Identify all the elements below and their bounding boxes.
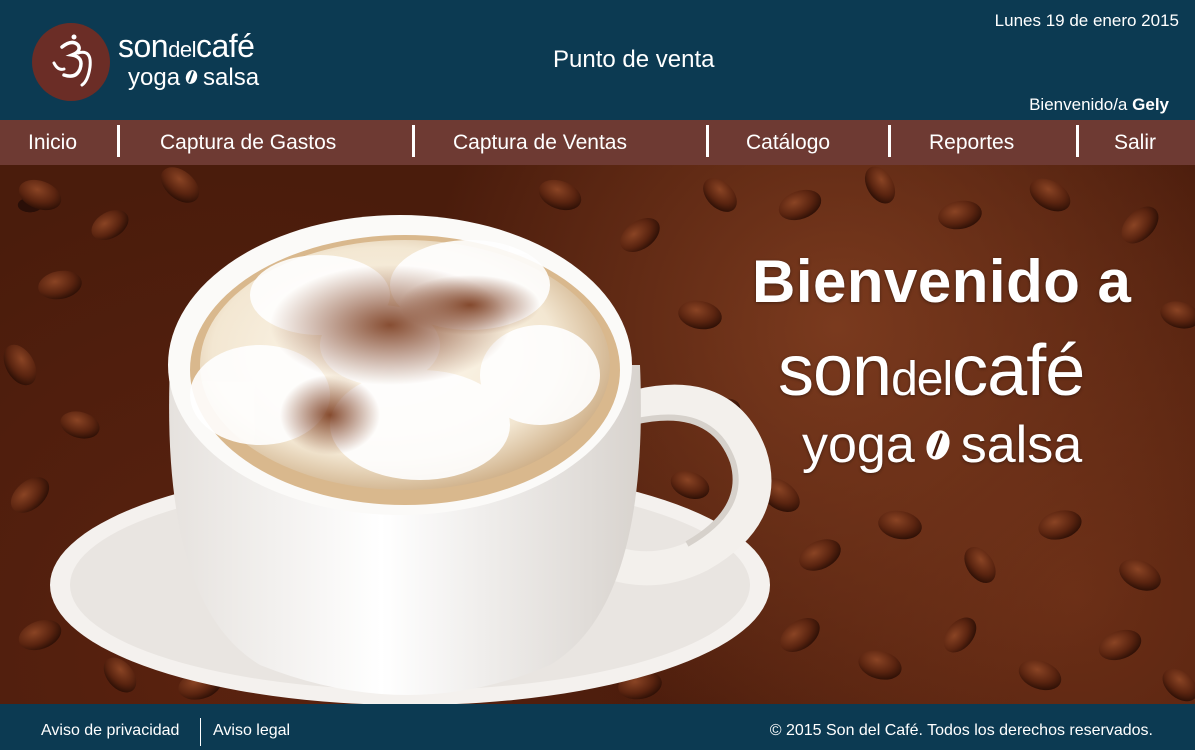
logo-brand-name: sondelcafé: [118, 28, 255, 68]
logo-tagline: yoga salsa: [128, 64, 259, 92]
nav-divider: [706, 125, 709, 157]
logo-wordmark[interactable]: sondelcafé yoga salsa: [118, 28, 259, 91]
current-date: Lunes 19 de enero 2015: [994, 11, 1179, 30]
hero-brand-name: sondelcafé: [778, 331, 1085, 420]
logo-tagline-salsa: salsa: [203, 64, 260, 91]
nav-item-captura-ventas[interactable]: Captura de Ventas: [453, 120, 627, 165]
nav-divider: [1076, 125, 1079, 157]
hero-brand-cafe: café: [952, 331, 1085, 411]
welcome-message: Bienvenido/a Gely: [1029, 95, 1169, 115]
om-symbol-icon: [52, 34, 92, 87]
hero-title: Bienvenido a: [752, 248, 1132, 315]
logo-badge[interactable]: [32, 23, 110, 101]
nav-item-salir[interactable]: Salir: [1114, 120, 1156, 165]
logo-brand-cafe: café: [195, 28, 255, 64]
footer: Aviso de privacidad Aviso legal © 2015 S…: [0, 704, 1195, 750]
nav-divider: [117, 125, 120, 157]
header: sondelcafé yoga salsa Punto de venta Lune…: [0, 0, 1195, 120]
nav-item-catalogo[interactable]: Catálogo: [746, 120, 830, 165]
hero-brand-son: son: [778, 331, 892, 411]
nav-divider: [888, 125, 891, 157]
hero-tagline-yoga: yoga: [802, 416, 915, 474]
user-name: Gely: [1132, 95, 1169, 114]
coffee-bean-icon: [922, 427, 954, 464]
welcome-prefix: Bienvenido/a: [1029, 95, 1128, 114]
main-nav: Inicio Captura de Gastos Captura de Vent…: [0, 120, 1195, 165]
hero-banner: Bienvenido a sondelcafé yoga salsa: [0, 165, 1195, 704]
nav-item-captura-gastos[interactable]: Captura de Gastos: [160, 120, 336, 165]
footer-divider: [200, 718, 201, 746]
nav-divider: [412, 125, 415, 157]
copyright-text: © 2015 Son del Café. Todos los derechos …: [769, 722, 1153, 739]
app-title: Punto de venta: [553, 46, 715, 73]
privacy-notice-link[interactable]: Aviso de privacidad: [41, 704, 179, 750]
legal-notice-link[interactable]: Aviso legal: [213, 704, 290, 750]
logo-brand-son: son: [118, 28, 169, 64]
nav-item-reportes[interactable]: Reportes: [929, 120, 1014, 165]
logo-brand-del: del: [168, 37, 196, 62]
nav-item-inicio[interactable]: Inicio: [28, 120, 77, 165]
hero-tagline-salsa: salsa: [960, 416, 1083, 474]
logo-tagline-yoga: yoga: [128, 64, 181, 91]
hero-tagline: yoga salsa: [802, 415, 1082, 475]
coffee-bean-icon: [183, 68, 200, 86]
hero-brand-del: del: [891, 353, 953, 406]
